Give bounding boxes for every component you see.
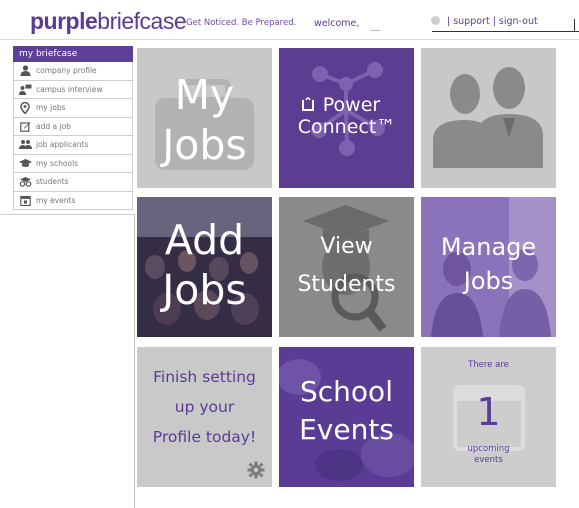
tile-manage-jobs[interactable]: Manage Jobs (421, 197, 556, 337)
sidebar-item-label: students (36, 177, 69, 187)
logo-part-purple: purple (30, 8, 98, 34)
tile-title-line2: Jobs (162, 266, 247, 314)
upcoming-prefix: There are (468, 360, 509, 370)
tile-add-jobs[interactable]: Add Jobs (137, 197, 272, 337)
header-divider (574, 19, 575, 32)
gear-icon[interactable] (247, 461, 265, 479)
sidebar-item-label: job applicants (36, 140, 89, 150)
top-links: | support | sign-out (444, 16, 538, 27)
students-icon (14, 176, 36, 188)
header-underline (432, 31, 579, 32)
tile-title-line2: Connect™ (297, 116, 396, 138)
upcoming-suffix-line1: upcoming (467, 444, 510, 454)
tile-title-line2: Jobs (463, 267, 514, 295)
tile-title-line1: Manage (440, 233, 537, 261)
graduation-cap-icon (14, 158, 36, 168)
support-link[interactable]: support (453, 16, 489, 27)
sidebar-item-label: my events (36, 195, 76, 205)
group-icon (14, 139, 36, 150)
sidebar-item-label: company profile (36, 66, 97, 76)
tile-upcoming-events[interactable]: There are 1 upcoming events (421, 347, 556, 487)
sidebar-item-company-profile[interactable]: company profile (13, 62, 133, 81)
sidebar-item-add-a-job[interactable]: add a job (13, 117, 133, 136)
calendar-icon (14, 195, 36, 206)
tile-my-jobs[interactable]: My Jobs (137, 48, 272, 188)
interview-icon (14, 84, 36, 95)
sidebar-item-job-applicants[interactable]: job applicants (13, 136, 133, 155)
sidebar-item-my-jobs[interactable]: my jobs (13, 99, 133, 118)
tile-finish-profile[interactable]: Finish setting up your Profile today! (137, 347, 272, 487)
sidebar-item-label: my jobs (36, 103, 66, 113)
tile-school-events[interactable]: School Events (279, 347, 414, 487)
sidebar-item-my-schools[interactable]: my schools (13, 154, 133, 173)
tile-title-line1: Add (164, 216, 245, 264)
separator: | (492, 16, 496, 27)
welcome-text: welcome, (314, 18, 360, 29)
tile-users[interactable] (421, 48, 556, 188)
logo-part-briefcase: briefcase (97, 8, 187, 34)
users-icon (433, 67, 543, 168)
tile-view-students[interactable]: View Students (279, 197, 414, 337)
tagline: Get Noticed. Be Prepared. (186, 18, 297, 28)
sidebar: my briefcase company profile campus inte… (13, 46, 133, 210)
map-pin-icon (14, 101, 36, 114)
sidebar-item-students[interactable]: students (13, 173, 133, 192)
sidebar-item-label: campus interview (36, 84, 103, 94)
tile-title-line2: Jobs (162, 121, 247, 169)
tile-title-line3: Profile today! (152, 428, 257, 446)
settings-icon[interactable] (431, 16, 440, 25)
tile-title-line1: View (320, 234, 373, 259)
upcoming-suffix-line2: events (474, 455, 503, 465)
sidebar-item-label: add a job (36, 121, 71, 131)
edit-icon (14, 121, 36, 132)
sidebar-item-my-events[interactable]: my events (13, 191, 133, 210)
username-placeholder (370, 30, 380, 31)
signout-link[interactable]: sign-out (499, 16, 538, 27)
upcoming-count: 1 (476, 390, 501, 434)
tile-title-line1: My (174, 71, 235, 119)
sidebar-item-label: my schools (36, 158, 79, 168)
header: purplebriefcase Get Noticed. Be Prepared… (0, 0, 579, 40)
sidebar-border (134, 214, 135, 508)
tile-title-line2: up your (174, 398, 235, 416)
tile-power-connect[interactable]: Power Connect™ (279, 48, 414, 188)
tile-title-line1: School (300, 375, 393, 408)
sidebar-item-campus-interview[interactable]: campus interview (13, 80, 133, 99)
tile-title-line1: Finish setting (153, 368, 256, 386)
separator: | (447, 16, 451, 27)
logo[interactable]: purplebriefcase (30, 8, 187, 34)
tile-title-line1: Power (322, 94, 381, 116)
tile-title-line2: Events (299, 413, 394, 446)
person-icon (14, 65, 36, 77)
sidebar-divider (0, 214, 135, 215)
sidebar-title[interactable]: my briefcase (13, 46, 133, 62)
graduate-search-icon (303, 205, 389, 332)
tile-title-line2: Students (297, 272, 396, 297)
